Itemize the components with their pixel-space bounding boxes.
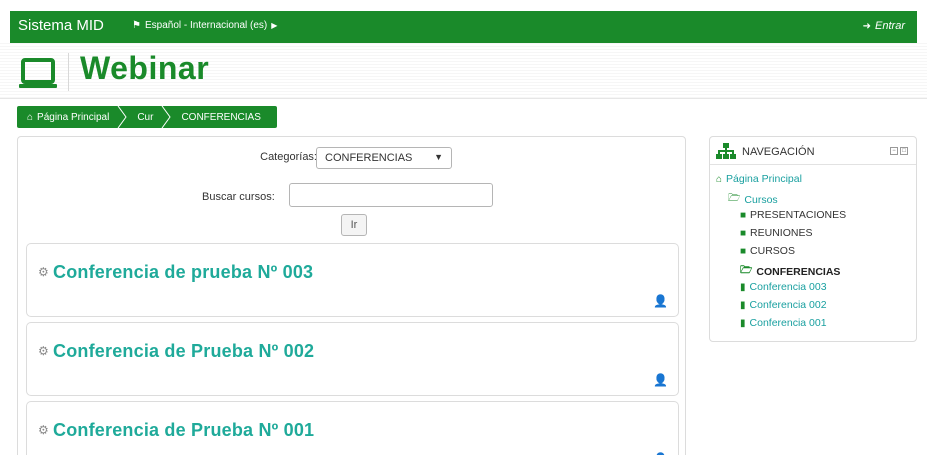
language-menu[interactable]: ⚑ Español - Internacional (es) ▶ [132, 20, 277, 31]
nav-item-label: Página Principal [726, 173, 802, 185]
breadcrumb-home[interactable]: ⌂ Página Principal [17, 106, 117, 128]
nav-item-label: CURSOS [750, 245, 795, 257]
navigation-block: NAVEGACIÓN − □ ⌂ Página Principal 🗁 Curs… [709, 136, 917, 342]
collapse-icon[interactable]: − [890, 147, 898, 155]
breadcrumb: ⌂ Página Principal Cur CONFERENCIAS [17, 106, 277, 128]
search-input[interactable] [289, 183, 493, 207]
sign-in-icon: ➜ [862, 20, 872, 32]
nav-item-label: PRESENTACIONES [750, 209, 847, 221]
nav-item-conferencia-003[interactable]: ▮ Conferencia 003 [740, 281, 827, 293]
top-navbar: Sistema MID ⚑ Español - Internacional (e… [10, 11, 917, 43]
dock-icon[interactable]: □ [900, 147, 908, 155]
breadcrumb-courses[interactable]: Cur [127, 106, 161, 128]
folder-icon: ■ [740, 245, 747, 257]
file-icon: ▮ [740, 299, 746, 311]
file-icon: ▮ [740, 317, 746, 329]
guest-access-icon: 👤 [653, 294, 668, 308]
search-label: Buscar cursos: [202, 191, 275, 203]
breadcrumb-home-label: Página Principal [37, 111, 110, 123]
course-card: ⚙ Conferencia de Prueba Nº 001 👤 [26, 401, 679, 455]
breadcrumb-separator [117, 106, 127, 128]
guest-access-icon: 👤 [653, 373, 668, 387]
nav-item-conferencia-001[interactable]: ▮ Conferencia 001 [740, 317, 827, 329]
brand-link[interactable]: Sistema MID [18, 17, 104, 34]
folder-open-icon: 🗁 [740, 265, 753, 276]
course-icon: ⚙ [38, 344, 49, 358]
block-controls: − □ [890, 147, 908, 155]
language-label: Español - Internacional (es) [144, 20, 268, 31]
flag-icon: ⚑ [132, 20, 141, 31]
navigation-block-header: NAVEGACIÓN − □ [710, 137, 916, 165]
breadcrumb-current-label: CONFERENCIAS [181, 111, 261, 123]
course-icon: ⚙ [38, 265, 49, 279]
nav-item-label: Cursos [744, 193, 778, 206]
nav-item-courses[interactable]: 🗁 Cursos [728, 191, 778, 208]
course-title-link[interactable]: Conferencia de Prueba Nº 002 [53, 341, 314, 362]
header-divider [68, 53, 69, 91]
category-select[interactable]: CONFERENCIAS ▼ [316, 147, 452, 169]
navigation-title: NAVEGACIÓN [742, 146, 815, 158]
nav-item-label: REUNIONES [750, 227, 813, 239]
login-link[interactable]: ➜ Entrar [863, 20, 905, 32]
course-title-link[interactable]: Conferencia de Prueba Nº 001 [53, 420, 314, 441]
course-icon: ⚙ [38, 423, 49, 437]
breadcrumb-current[interactable]: CONFERENCIAS [171, 106, 268, 128]
course-title-link[interactable]: Conferencia de prueba Nº 003 [53, 262, 313, 283]
nav-item-label: Conferencia 003 [749, 281, 827, 293]
nav-item-cursos[interactable]: ■ CURSOS [740, 245, 795, 257]
nav-item-label: CONFERENCIAS [756, 265, 841, 278]
main-content: Categorías: CONFERENCIAS ▼ Buscar cursos… [17, 136, 686, 455]
nav-item-presentaciones[interactable]: ■ PRESENTACIONES [740, 209, 846, 221]
nav-item-conferencias[interactable]: 🗁 CONFERENCIAS [740, 263, 840, 280]
home-icon: ⌂ [716, 173, 723, 185]
course-card: ⚙ Conferencia de Prueba Nº 002 👤 [26, 322, 679, 396]
login-label: Entrar [875, 20, 905, 32]
folder-open-icon: 🗁 [728, 193, 741, 204]
file-icon: ▮ [740, 281, 746, 293]
nav-item-label: Conferencia 002 [749, 299, 827, 311]
category-selected-value: CONFERENCIAS [325, 152, 413, 164]
sitemap-icon [716, 143, 736, 159]
folder-icon: ■ [740, 209, 747, 221]
laptop-icon [19, 58, 57, 88]
category-label: Categorías: [260, 151, 317, 163]
nav-item-home[interactable]: ⌂ Página Principal [716, 173, 802, 185]
site-title: Webinar [80, 50, 210, 86]
folder-icon: ■ [740, 227, 747, 239]
search-go-button[interactable]: Ir [341, 214, 367, 236]
breadcrumb-separator [161, 106, 172, 128]
nav-item-conferencia-002[interactable]: ▮ Conferencia 002 [740, 299, 827, 311]
course-card: ⚙ Conferencia de prueba Nº 003 👤 [26, 243, 679, 317]
caret-right-icon: ▶ [271, 21, 278, 30]
category-row: Categorías: CONFERENCIAS ▼ [18, 147, 687, 169]
dropdown-arrow-icon: ▼ [434, 152, 443, 162]
home-icon: ⌂ [27, 111, 34, 123]
nav-item-label: Conferencia 001 [749, 317, 827, 329]
nav-item-reuniones[interactable]: ■ REUNIONES [740, 227, 812, 239]
breadcrumb-courses-label: Cur [137, 111, 154, 123]
